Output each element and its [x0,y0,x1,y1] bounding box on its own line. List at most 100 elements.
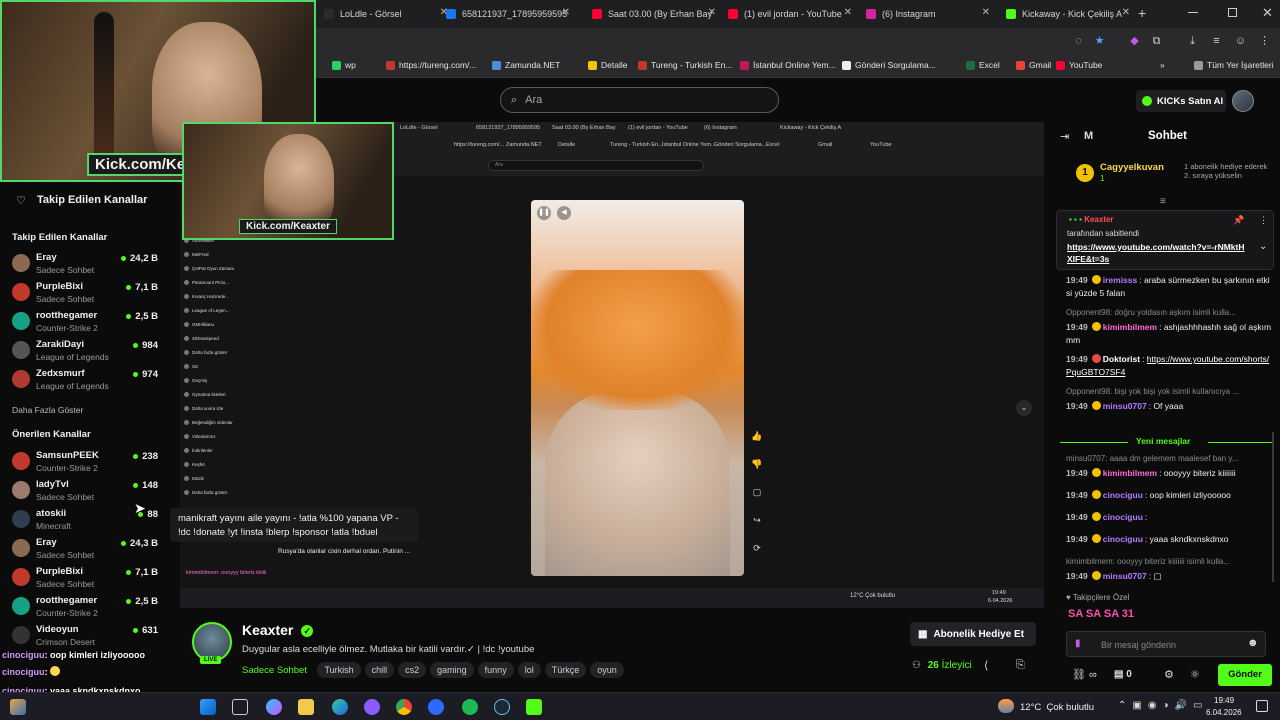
menu-icon[interactable]: ⋮ [1258,35,1271,47]
pause-icon[interactable]: ❚❚ [537,206,551,220]
tray-icons[interactable]: ⌃▣◉◑🔊▭ [1118,700,1209,711]
chat-input[interactable]: ▮ Bir mesaj gönderin ☻ [1066,631,1266,657]
playlist-icon[interactable]: ≡ [1210,35,1223,47]
message-user[interactable]: Doktorist [1103,354,1140,364]
user-avatar[interactable] [1232,90,1254,112]
kick-icon[interactable] [526,699,542,715]
download-icon[interactable]: ⤓ [1186,35,1199,47]
tab-close-icon[interactable]: ✕ [708,7,716,18]
sidebar-channel[interactable]: ZarakiDayi League of Legends 984 [10,337,170,365]
sidebar-channel[interactable]: Eray Sadece Sohbet 24,2 B [10,250,170,278]
stream-tag[interactable]: oyun [590,662,624,678]
category-link[interactable]: Sadece Sohbet [242,665,307,676]
browser-tab[interactable]: (6) Instagram ✕ [860,3,996,25]
message-user[interactable]: kimimbilmem [1103,468,1157,478]
chat-divider-handle[interactable]: ≡ [1160,196,1166,207]
bookmark-item[interactable]: İstanbul Online Yem... [740,60,836,70]
bookmark-item[interactable]: Zamunda.NET [492,60,560,70]
settings-icon[interactable]: ⚙ [1164,668,1174,681]
app-icon[interactable] [364,699,380,715]
sidebar-channel[interactable]: PurpleBixi Sadece Sohbet 7,1 B [10,279,170,307]
buy-kicks-button[interactable]: KICKs Satın Al [1136,90,1226,112]
browser-tab[interactable]: Kickaway - Kick Çekiliş A ✕ [1000,3,1136,25]
message-user[interactable]: cinociguu [1103,512,1143,522]
stream-tag[interactable]: Turkish [317,662,361,678]
gift-sub-button[interactable]: ▦ Abonelik Hediye Et [910,622,1036,646]
star-icon[interactable]: ★ [1093,35,1106,47]
browser-tab[interactable]: Saat 03.00 (By Erhan Bay ✕ [586,3,722,25]
notification-icon[interactable] [1256,700,1268,712]
copilot-icon[interactable] [266,699,282,715]
sidebar-channel[interactable]: rootthegamer Counter-Strike 2 2,5 B [10,308,170,336]
start-icon[interactable] [200,699,216,715]
send-button[interactable]: Gönder [1218,664,1272,686]
pinned-link[interactable]: https://www.youtube.com/watch?v=-rNMktHX… [1067,241,1245,265]
clip-icon[interactable]: ⎘ [1016,659,1025,672]
pin-icon[interactable]: 📌 [1233,215,1244,226]
chat-scrollbar[interactable] [1272,432,1274,582]
bookmark-item[interactable]: wp [332,60,356,70]
explorer-icon[interactable] [298,699,314,715]
tab-close-icon[interactable]: ✕ [1122,7,1130,18]
bookmarks-overflow-icon[interactable]: » [1160,60,1165,70]
message-user[interactable]: iremisss [1103,275,1138,285]
sidebar-channel[interactable]: atoskii Minecraft 88 [10,506,170,534]
profile-icon[interactable]: ☺ [1234,35,1247,47]
browser-tab[interactable]: (1) evil jordan - YouTube ✕ [722,3,858,25]
infinity-icon[interactable]: ⛓ ∞ [1072,668,1097,681]
taskview-icon[interactable] [232,699,248,715]
bookmark-item[interactable]: Excel [966,60,1000,70]
tab-close-icon[interactable]: ✕ [844,7,852,18]
stream-tag[interactable]: funny [477,662,514,678]
taskbar-date[interactable]: 6.04.2026 [1206,708,1242,717]
browser-tab[interactable]: LoLdle - Görsel ✕ [318,3,454,25]
message-user[interactable]: minsu0707 [1103,401,1147,411]
tab-close-icon[interactable]: ✕ [982,7,990,18]
emoji-picker-icon[interactable]: ☻ [1247,637,1259,649]
eye-off-icon[interactable]: ◌ [1072,35,1085,47]
sidebar-channel[interactable]: Videoyun Crimson Desert 631 [10,622,170,650]
message-user[interactable]: kimimbilmem [1103,322,1157,332]
gifter-name[interactable]: Cagyyelkuvan [1100,162,1164,173]
stream-tag[interactable]: gaming [430,662,474,678]
close-window-icon[interactable]: ✕ [1262,5,1273,21]
channel-name[interactable]: Keaxter ✓ [242,622,314,638]
puzzle-icon[interactable]: ⧉ [1150,35,1163,47]
show-more-link[interactable]: Daha Fazla Göster [12,405,83,415]
widgets-icon[interactable] [10,699,26,715]
app-icon-2[interactable] [428,699,444,715]
search-input[interactable]: ⌕ Ara [500,87,779,113]
volume-icon[interactable]: ◀ [557,206,571,220]
stream-tag[interactable]: cs2 [398,662,427,678]
bookmark-item[interactable]: Detalle [588,60,627,70]
bookmark-item[interactable]: Tureng - Turkish En... [638,60,732,70]
pinned-menu-icon[interactable]: ⋮ [1259,215,1268,226]
sidebar-channel[interactable]: SamsunPEEK Counter-Strike 2 238 [10,448,170,476]
pinned-expand-icon[interactable]: ⌄ [1259,241,1267,252]
sidebar-channel[interactable]: Zedxsmurf League of Legends 974 [10,366,170,394]
browser-tab[interactable]: 658121937_17895959595 ✕ [440,3,576,25]
taskbar-time[interactable]: 19:49 [1214,696,1234,705]
taskbar-weather[interactable]: 12°C Çok bulutlu [1020,702,1094,713]
message-user[interactable]: cinociguu [1103,534,1143,544]
bookmark-item[interactable]: Gmail [1016,60,1051,70]
edge-icon[interactable] [332,699,348,715]
steam-icon[interactable] [494,699,510,715]
bookmark-item[interactable]: YouTube [1056,60,1102,70]
stream-tag[interactable]: lol [517,662,541,678]
sidebar-channel[interactable]: ladyTvl Sadece Sohbet 148 [10,477,170,505]
sidebar-channel[interactable]: rootthegamer Counter-Strike 2 2,5 B [10,593,170,621]
stream-tag[interactable]: Türkçe [544,662,587,678]
maximize-icon[interactable] [1228,8,1237,17]
points[interactable]: ▤ 0 [1114,669,1132,680]
all-bookmarks[interactable]: Tüm Yer İşaretleri [1194,60,1274,70]
tab-close-icon[interactable]: ✕ [562,7,570,18]
share-icon[interactable]: ⟨ [984,659,988,672]
bookmark-item[interactable]: https://tureng.com/... [386,60,476,70]
sidebar-channel[interactable]: PurpleBixi Sadece Sohbet 7,1 B [10,564,170,592]
emote-row[interactable]: SA SA SA 31 [1068,608,1134,620]
sidebar-channel[interactable]: Eray Sadece Sohbet 24,3 B [10,535,170,563]
message-user[interactable]: cinociguu [1103,490,1143,500]
extension-icon[interactable]: ◆ [1128,35,1141,47]
collapse-chat-icon[interactable]: ⇥ [1060,130,1069,143]
